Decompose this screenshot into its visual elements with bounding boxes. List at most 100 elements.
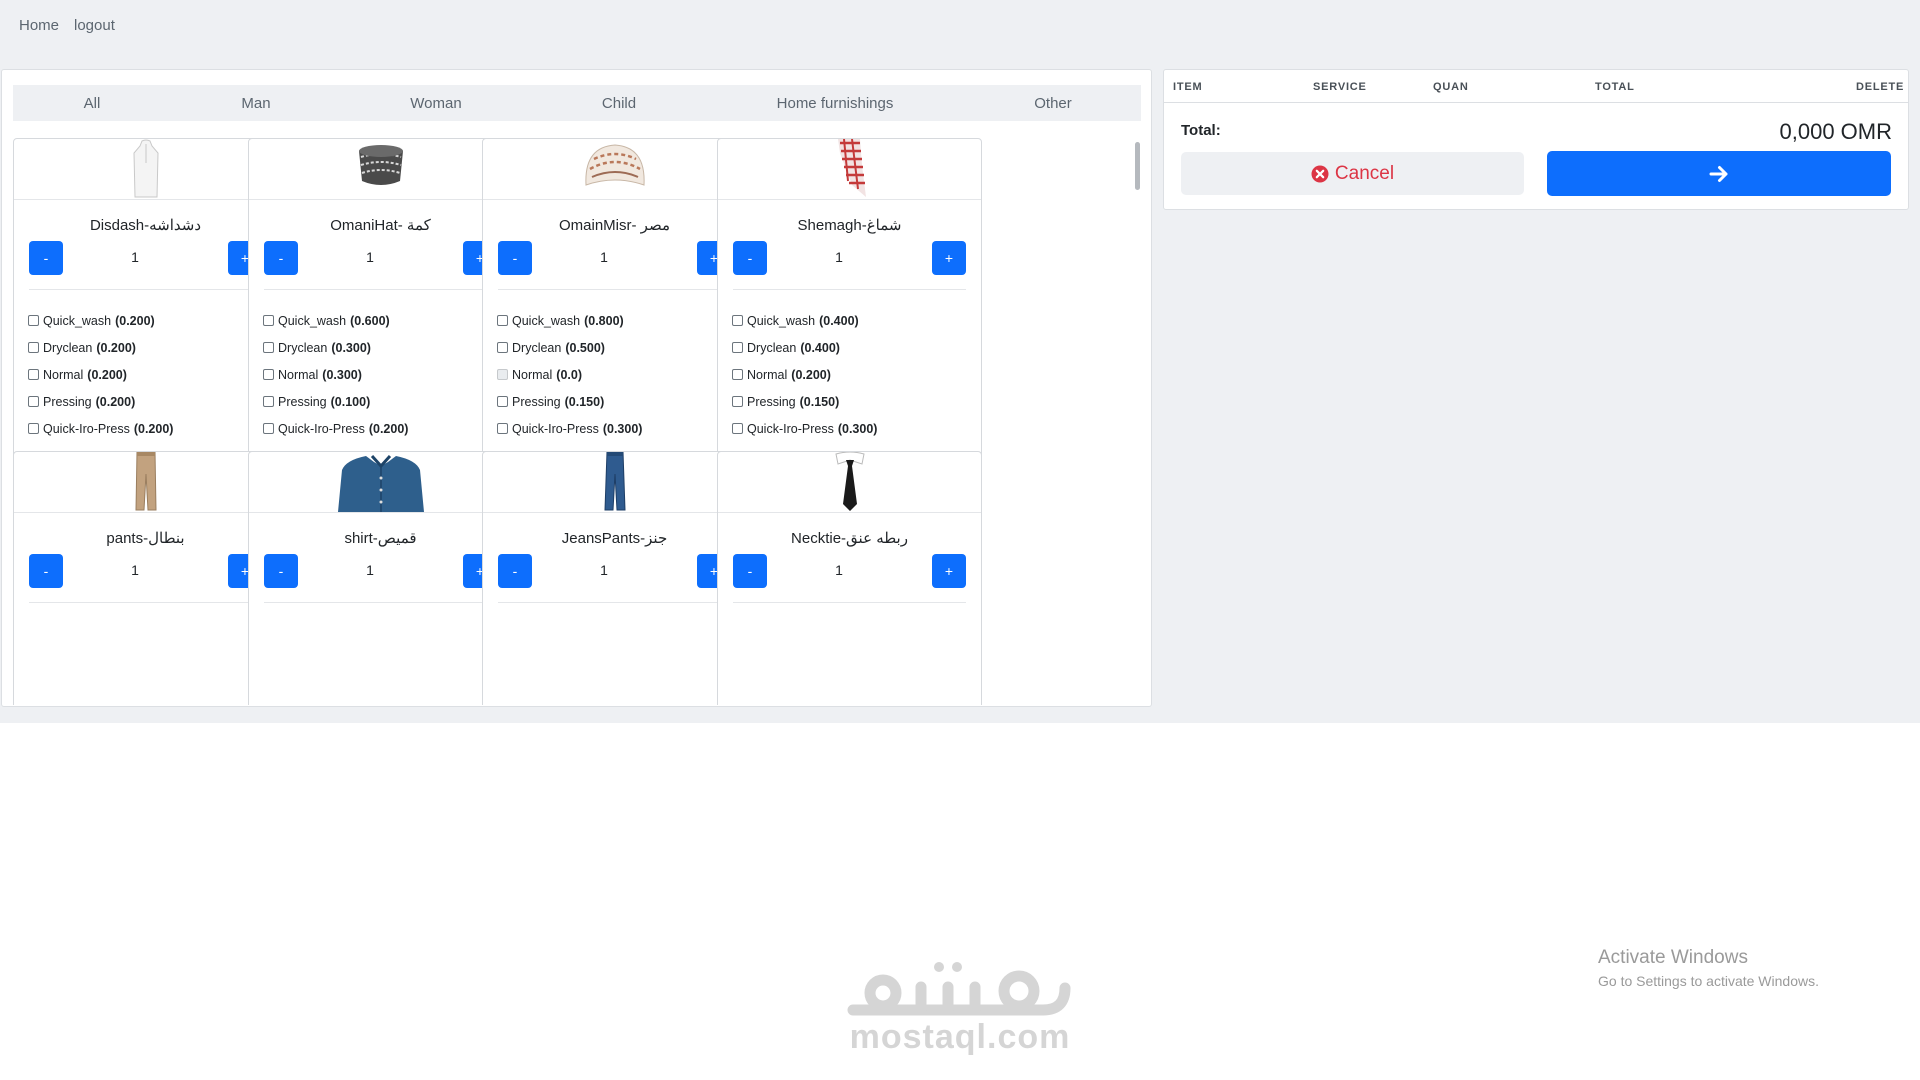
service-checkbox[interactable] <box>28 342 39 353</box>
service-list: Quick_wash (0.600) Dryclean (0.300) Normal (0… <box>263 307 503 442</box>
service-checkbox[interactable] <box>732 369 743 380</box>
service-checkbox[interactable] <box>732 342 743 353</box>
service-label: Pressing <box>512 394 561 409</box>
product-grid-scrollbar[interactable] <box>1135 142 1140 190</box>
service-option[interactable]: Normal (0.200) <box>28 361 268 388</box>
qty-value[interactable]: 1 <box>778 249 900 265</box>
divider <box>733 289 966 290</box>
service-price: (0.400) <box>800 340 840 355</box>
service-option[interactable]: Quick_wash (0.600) <box>263 307 503 334</box>
service-option[interactable]: Dryclean (0.500) <box>497 334 737 361</box>
decrease-qty-button[interactable]: - <box>733 554 767 588</box>
service-checkbox[interactable] <box>263 342 274 353</box>
service-checkbox[interactable] <box>263 396 274 407</box>
service-option[interactable]: Quick-Iro-Press (0.200) <box>263 415 503 442</box>
service-option[interactable]: Pressing (0.100) <box>263 388 503 415</box>
service-option[interactable]: Pressing (0.150) <box>732 388 972 415</box>
product-card: Necktie-ربطه عنق -1 + <box>717 451 982 705</box>
decrease-qty-button[interactable]: - <box>264 554 298 588</box>
service-price: (0.200) <box>95 394 136 409</box>
service-price: (0.200) <box>96 340 136 355</box>
service-option[interactable]: Pressing (0.150) <box>497 388 737 415</box>
divider <box>733 602 966 603</box>
service-option[interactable]: Dryclean (0.200) <box>28 334 268 361</box>
qty-value[interactable]: 1 <box>543 562 665 578</box>
service-checkbox[interactable] <box>263 369 274 380</box>
divider <box>29 289 262 290</box>
service-checkbox[interactable] <box>497 342 508 353</box>
tab-home-furnishings[interactable]: Home furnishings <box>777 95 894 112</box>
nav-home-link[interactable]: Home <box>19 17 59 34</box>
tab-other[interactable]: Other <box>1034 95 1072 112</box>
product-image <box>249 452 512 513</box>
qty-value[interactable]: 1 <box>74 249 196 265</box>
decrease-qty-button[interactable]: - <box>29 554 63 588</box>
service-checkbox[interactable] <box>732 423 743 434</box>
service-checkbox[interactable] <box>263 423 274 434</box>
cancel-button[interactable]: Cancel <box>1181 152 1524 195</box>
service-list: Quick_wash (0.200) Dryclean (0.200) Normal (0… <box>28 307 268 442</box>
decrease-qty-button[interactable]: - <box>498 241 532 275</box>
service-label: Quick-Iro-Press <box>43 421 130 436</box>
service-checkbox[interactable] <box>732 396 743 407</box>
tab-all[interactable]: All <box>84 95 101 112</box>
decrease-qty-button[interactable]: - <box>29 241 63 275</box>
service-option[interactable]: Quick-Iro-Press (0.300) <box>497 415 737 442</box>
service-option[interactable]: Quick_wash (0.400) <box>732 307 972 334</box>
service-option[interactable]: Pressing (0.200) <box>28 388 268 415</box>
top-navbar: Home logout <box>0 0 1920 52</box>
service-price: (0.150) <box>799 394 840 409</box>
product-name: OmainMisr- مصر <box>559 217 670 234</box>
service-option[interactable]: Normal (0.200) <box>732 361 972 388</box>
increase-qty-button[interactable]: + <box>932 241 966 275</box>
service-price: (0.300) <box>322 367 362 382</box>
next-button[interactable] <box>1547 151 1891 196</box>
service-option[interactable]: Dryclean (0.400) <box>732 334 972 361</box>
service-price: (0.800) <box>584 313 624 328</box>
product-card: Disdash-دشداشه -1 + Quick_wash (0.200) Drycle… <box>13 138 278 502</box>
service-checkbox[interactable] <box>497 315 508 326</box>
qty-value[interactable]: 1 <box>543 249 665 265</box>
service-option[interactable]: Quick_wash (0.200) <box>28 307 268 334</box>
service-option[interactable]: Normal (0.0) <box>497 361 737 388</box>
qty-value[interactable]: 1 <box>309 562 431 578</box>
service-checkbox[interactable] <box>28 369 39 380</box>
col-delete: DELETE <box>1856 81 1905 93</box>
service-option[interactable]: Normal (0.300) <box>263 361 503 388</box>
arrow-right-icon <box>1709 165 1728 182</box>
qty-value[interactable]: 1 <box>778 562 900 578</box>
product-image <box>483 139 746 200</box>
tab-child[interactable]: Child <box>602 95 636 112</box>
service-label: Quick_wash <box>278 313 347 328</box>
service-checkbox[interactable] <box>497 423 508 434</box>
service-option[interactable]: Dryclean (0.300) <box>263 334 503 361</box>
service-label: Normal <box>278 367 319 382</box>
increase-qty-button[interactable]: + <box>932 554 966 588</box>
qty-value[interactable]: 1 <box>309 249 431 265</box>
service-label: Dryclean <box>747 340 797 355</box>
service-checkbox[interactable] <box>28 423 39 434</box>
product-card: OmaniHat- كمة -1 + Quick_wash (0.600) Dryclea… <box>248 138 513 502</box>
service-label: Dryclean <box>512 340 562 355</box>
service-label: Quick-Iro-Press <box>512 421 599 436</box>
service-price: (0.150) <box>564 394 605 409</box>
tab-man[interactable]: Man <box>241 95 270 112</box>
nav-logout-link[interactable]: logout <box>74 17 115 34</box>
qty-value[interactable]: 1 <box>74 562 196 578</box>
tab-woman[interactable]: Woman <box>410 95 461 112</box>
decrease-qty-button[interactable]: - <box>733 241 767 275</box>
service-option[interactable]: Quick_wash (0.800) <box>497 307 737 334</box>
service-checkbox[interactable] <box>497 396 508 407</box>
service-checkbox[interactable] <box>263 315 274 326</box>
service-price: (0.300) <box>331 340 371 355</box>
service-option[interactable]: Quick-Iro-Press (0.200) <box>28 415 268 442</box>
product-image <box>14 139 277 200</box>
decrease-qty-button[interactable]: - <box>264 241 298 275</box>
service-label: Pressing <box>278 394 327 409</box>
service-option[interactable]: Quick-Iro-Press (0.300) <box>732 415 972 442</box>
service-checkbox[interactable] <box>732 315 743 326</box>
service-checkbox[interactable] <box>28 315 39 326</box>
cancel-button-label: Cancel <box>1334 162 1395 184</box>
decrease-qty-button[interactable]: - <box>498 554 532 588</box>
service-checkbox[interactable] <box>28 396 39 407</box>
